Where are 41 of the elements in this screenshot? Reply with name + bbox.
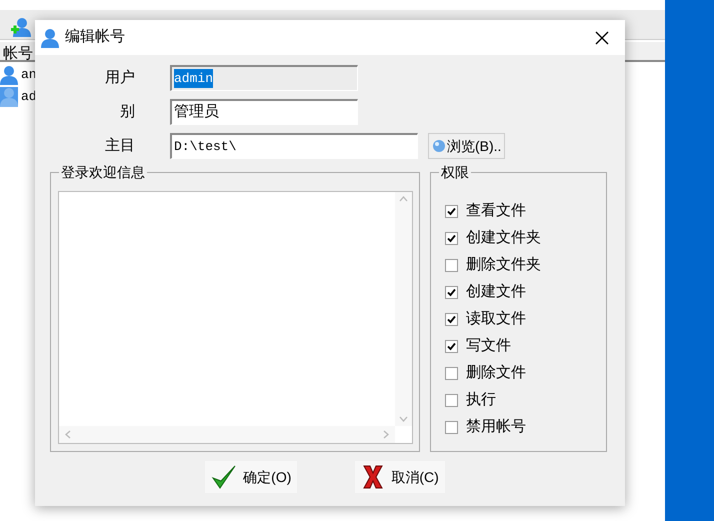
checkbox[interactable] <box>445 286 458 298</box>
field-label: 主目 <box>104 136 135 156</box>
field-label: 别 <box>119 102 135 122</box>
user-icon <box>41 28 59 48</box>
vertical-scrollbar[interactable] <box>395 192 412 426</box>
checkbox[interactable] <box>445 340 458 352</box>
scroll-down-icon[interactable] <box>399 416 408 422</box>
field-label: 用户 <box>104 68 135 88</box>
checkbox[interactable] <box>445 312 458 326</box>
scroll-left-icon[interactable] <box>65 430 71 439</box>
checkbox-label: 执行 <box>466 390 496 410</box>
checkbox-label: 写文件 <box>466 336 511 356</box>
checkbox[interactable] <box>445 366 458 380</box>
add-user-icon[interactable] <box>10 16 32 38</box>
text-field[interactable]: admin <box>170 65 358 91</box>
horizontal-scrollbar[interactable] <box>59 426 395 443</box>
checkbox[interactable] <box>445 204 458 218</box>
checkmark-icon <box>211 464 238 490</box>
checkbox-label: 查看文件 <box>466 200 526 221</box>
browse-button[interactable]: 浏览(B).. <box>428 133 506 159</box>
checkbox[interactable] <box>445 232 458 244</box>
text-field[interactable]: D:\test\ <box>170 133 418 159</box>
magnifier-icon <box>432 139 446 153</box>
close-icon[interactable] <box>595 30 609 44</box>
scroll-up-icon[interactable] <box>399 196 408 202</box>
text-field[interactable]: 管理员 <box>170 99 358 125</box>
checkbox[interactable] <box>445 420 458 434</box>
checkbox[interactable] <box>445 258 458 272</box>
column-header[interactable]: 帐号 <box>3 43 33 66</box>
cancel-button[interactable]: 取消(C) <box>355 461 445 493</box>
checkbox-label: 禁用帐号 <box>466 416 526 437</box>
checkbox-label: 读取文件 <box>466 308 526 329</box>
checkbox-label: 删除文件 <box>466 362 526 383</box>
window-title: 编辑帐号 <box>65 27 125 48</box>
checkbox-label: 创建文件 <box>466 282 526 302</box>
x-mark-icon <box>361 464 386 490</box>
checkbox-label: 创建文件夹 <box>466 228 541 248</box>
ok-button[interactable]: 确定(O) <box>205 461 298 493</box>
checkbox[interactable] <box>445 394 458 406</box>
scroll-right-icon[interactable] <box>383 430 389 439</box>
checkbox-label: 删除文件夹 <box>466 254 541 275</box>
